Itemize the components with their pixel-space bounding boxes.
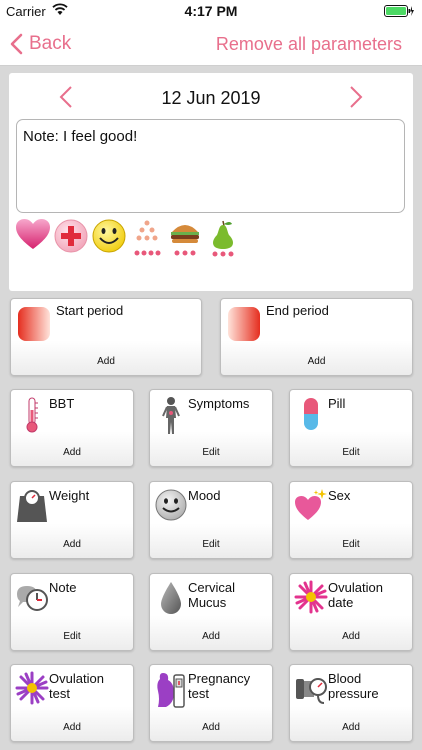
tile-action: Edit <box>342 447 360 458</box>
tile-action: Edit <box>202 539 220 550</box>
status-bar: Carrier 4:17 PM <box>0 0 422 22</box>
next-day-button[interactable] <box>349 85 363 114</box>
tile-label: Ovulation test <box>49 671 104 701</box>
burger-icon[interactable] <box>166 218 204 260</box>
quick-icon-row <box>14 218 242 260</box>
tile-label: Symptoms <box>188 396 250 411</box>
tile-action: Add <box>342 722 360 733</box>
tile-label: Pregnancy test <box>188 671 251 701</box>
blood-pressure-icon <box>294 671 328 713</box>
tile-label: Note <box>49 580 77 595</box>
tile-label: Sex <box>328 488 351 503</box>
bbt-tile[interactable]: BBT Add <box>10 389 134 467</box>
pear-icon[interactable] <box>204 218 242 260</box>
navigation-bar: Back Remove all parameters <box>0 22 422 66</box>
cervical-mucus-tile[interactable]: Cervical Mucus Add <box>149 573 273 651</box>
tile-label: Start period <box>56 303 124 318</box>
scale-icon <box>15 488 49 530</box>
ovulation-date-tile[interactable]: Ovulation date Add <box>289 573 413 651</box>
mood-tile[interactable]: Mood Edit <box>149 481 273 559</box>
tile-action: Add <box>202 722 220 733</box>
tile-action: Edit <box>342 539 360 550</box>
heart-icon[interactable] <box>14 218 52 260</box>
purple-flower-icon <box>15 671 49 713</box>
end-period-tile[interactable]: End period Add <box>220 298 413 376</box>
blood-pressure-tile[interactable]: Blood pressure Add <box>289 664 413 742</box>
smiley-icon[interactable] <box>90 218 128 260</box>
mood-face-icon <box>154 488 188 530</box>
tile-action: Add <box>202 631 220 642</box>
sparkle-heart-icon <box>294 488 328 530</box>
tile-label: BBT <box>49 396 75 411</box>
ovulation-test-tile[interactable]: Ovulation test Add <box>10 664 134 742</box>
status-time: 4:17 PM <box>184 3 238 19</box>
pink-flower-icon <box>294 580 328 622</box>
pill-icon <box>294 396 328 438</box>
drop-icon <box>154 580 188 622</box>
tile-action: Edit <box>63 631 81 642</box>
tile-action: Edit <box>202 447 220 458</box>
sex-tile[interactable]: Sex Edit <box>289 481 413 559</box>
thermometer-icon <box>15 396 49 438</box>
chevron-right-icon <box>350 86 363 108</box>
tile-action: Add <box>97 356 115 367</box>
start-period-tile[interactable]: Start period Add <box>10 298 202 376</box>
period-start-icon <box>17 307 51 341</box>
pregnancy-test-tile[interactable]: Pregnancy test Add <box>149 664 273 742</box>
tile-action: Add <box>63 539 81 550</box>
date-navigator: 12 Jun 2019 <box>9 83 413 115</box>
note-panel: 12 Jun 2019 Note: I feel good! <box>9 73 413 291</box>
first-aid-icon[interactable] <box>52 218 90 260</box>
symptoms-tile[interactable]: Symptoms Edit <box>149 389 273 467</box>
note-textarea[interactable]: Note: I feel good! <box>16 119 405 213</box>
tile-action: Add <box>63 722 81 733</box>
tile-label: Cervical Mucus <box>188 580 235 610</box>
tile-action: Add <box>63 447 81 458</box>
tile-label: Blood pressure <box>328 671 379 701</box>
tile-label: Weight <box>49 488 90 503</box>
tile-action: Add <box>342 631 360 642</box>
tile-label: Pill <box>328 396 346 411</box>
pill-tile[interactable]: Pill Edit <box>289 389 413 467</box>
tile-action: Add <box>307 356 326 367</box>
body-icon <box>154 396 188 438</box>
tile-label: End period <box>266 303 329 318</box>
chevron-left-icon <box>10 33 23 55</box>
dots-icon[interactable] <box>128 218 166 260</box>
tile-label: Mood <box>188 488 221 503</box>
weight-tile[interactable]: Weight Add <box>10 481 134 559</box>
pregnancy-test-icon <box>154 671 188 713</box>
battery-icon <box>384 5 414 17</box>
note-clock-icon <box>15 580 49 622</box>
back-label: Back <box>29 33 72 54</box>
note-tile[interactable]: Note Edit <box>10 573 134 651</box>
back-button[interactable]: Back <box>10 31 71 57</box>
tile-label: Ovulation date <box>328 580 383 610</box>
period-end-icon <box>227 307 261 341</box>
remove-all-parameters-button[interactable]: Remove all parameters <box>216 34 402 55</box>
